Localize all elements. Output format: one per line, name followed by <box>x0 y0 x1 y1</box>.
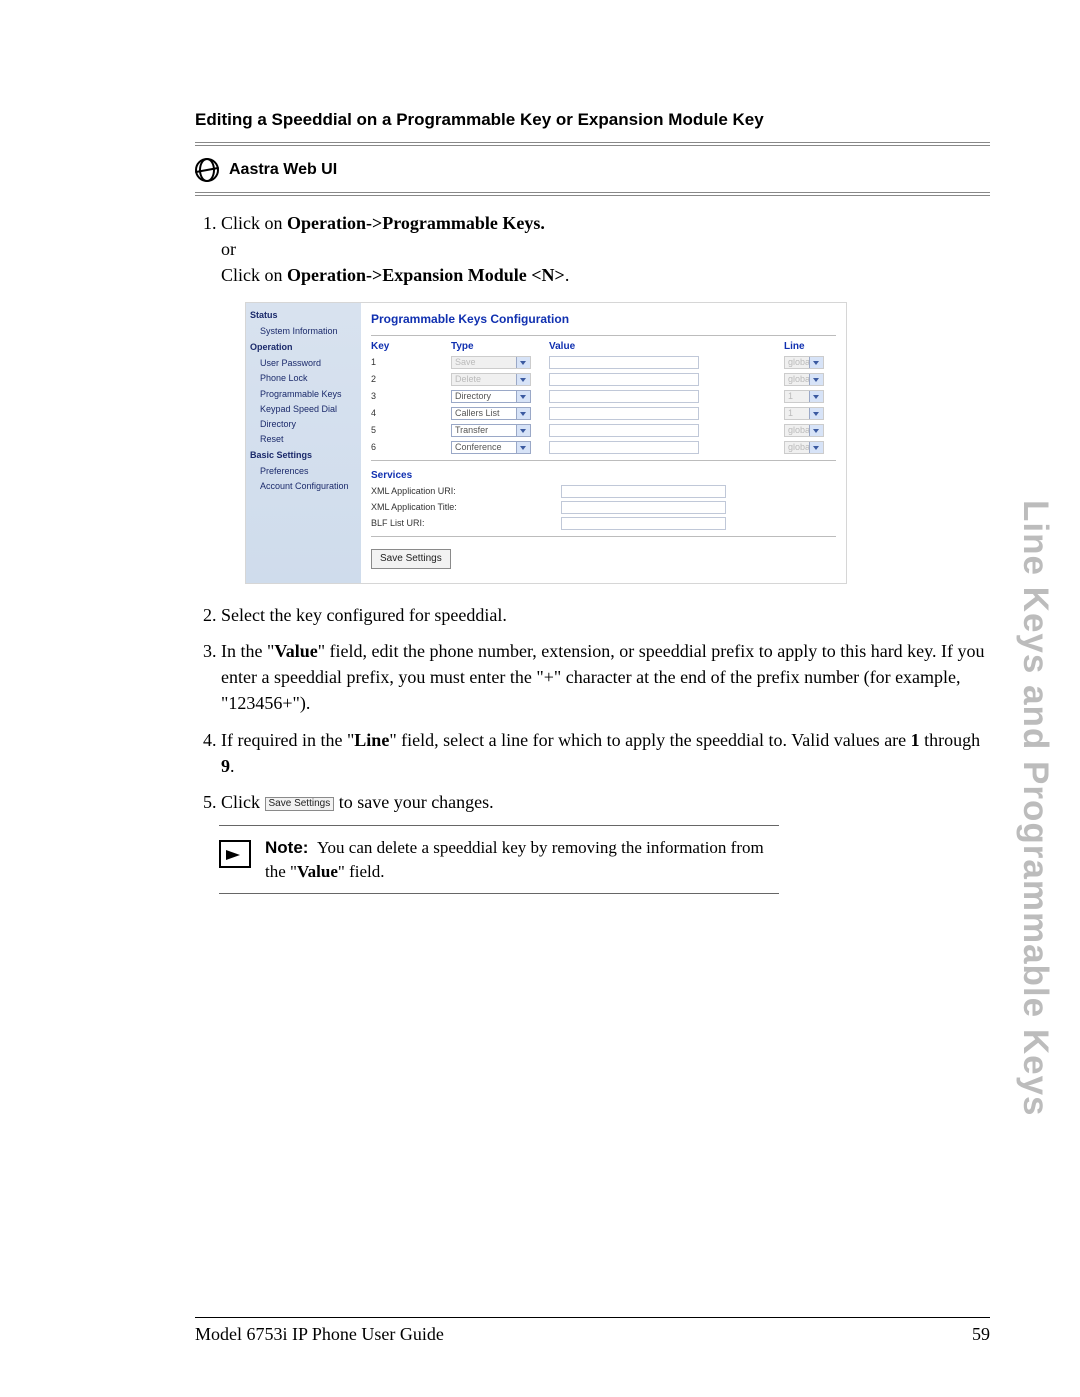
webui-screenshot: Status System Information Operation User… <box>245 302 847 584</box>
value-input <box>549 407 699 420</box>
step-5: Click Save Settings to save your changes… <box>221 789 990 815</box>
chevron-down-icon <box>809 425 823 436</box>
arrow-right-icon <box>219 840 251 868</box>
webui-label: Aastra Web UI <box>229 161 337 179</box>
cell-key: 2 <box>371 373 451 386</box>
svc-blflisturi-input <box>561 517 726 530</box>
nav-keypad: Keypad Speed Dial <box>246 402 361 417</box>
nav-prefs: Preferences <box>246 464 361 479</box>
services-heading: Services <box>371 469 836 484</box>
config-row: 6Conference global <box>371 439 836 456</box>
footer-title: Model 6753i IP Phone User Guide <box>195 1324 444 1345</box>
type-select: Delete <box>451 373 531 386</box>
step-3: In the "Value" field, edit the phone num… <box>221 638 990 716</box>
col-line: Line <box>784 340 836 355</box>
note-box: Note: You can delete a speeddial key by … <box>219 825 779 895</box>
line-select: global <box>784 373 824 386</box>
cell-key: 6 <box>371 441 451 454</box>
line-select: 1 <box>784 407 824 420</box>
nav-status: Status <box>246 307 361 324</box>
chevron-down-icon <box>516 357 530 368</box>
divider <box>195 142 990 146</box>
page-number: 59 <box>972 1324 990 1345</box>
mini-save-button-icon: Save Settings <box>265 797 335 811</box>
nav-progkeys: Programmable Keys <box>246 387 361 402</box>
step-4: If required in the "Line" field, select … <box>221 727 990 779</box>
type-select: Callers List <box>451 407 531 420</box>
line-select: 1 <box>784 390 824 403</box>
value-input <box>549 390 699 403</box>
screenshot-panel: Programmable Keys Configuration Key Type… <box>361 303 846 583</box>
config-row: 2Delete global <box>371 371 836 388</box>
note-label: Note: <box>265 838 308 857</box>
line-select: global <box>784 441 824 454</box>
svc-blflisturi: BLF List URI: <box>371 517 561 530</box>
svc-xmlappuri: XML Application URI: <box>371 485 561 498</box>
cell-key: 4 <box>371 407 451 420</box>
col-key: Key <box>371 340 451 355</box>
chevron-down-icon <box>516 391 530 402</box>
cell-key: 1 <box>371 356 451 369</box>
cell-key: 5 <box>371 424 451 437</box>
svc-xmlapptitle-input <box>561 501 726 514</box>
svc-xmlappuri-input <box>561 485 726 498</box>
save-settings-button: Save Settings <box>371 549 451 570</box>
type-select: Directory <box>451 390 531 403</box>
chevron-down-icon <box>809 357 823 368</box>
nav-operation: Operation <box>246 339 361 356</box>
cell-key: 3 <box>371 390 451 403</box>
type-select: Save <box>451 356 531 369</box>
chevron-down-icon <box>516 374 530 385</box>
config-row: 3Directory 1 <box>371 388 836 405</box>
panel-title: Programmable Keys Configuration <box>371 311 836 328</box>
type-select: Conference <box>451 441 531 454</box>
value-input <box>549 424 699 437</box>
line-select: global <box>784 356 824 369</box>
chevron-down-icon <box>516 442 530 453</box>
col-value: Value <box>549 340 784 355</box>
screenshot-nav: Status System Information Operation User… <box>246 303 361 583</box>
col-type: Type <box>451 340 549 355</box>
line-select: global <box>784 424 824 437</box>
svc-xmlapptitle: XML Application Title: <box>371 501 561 514</box>
value-input <box>549 356 699 369</box>
section-heading: Editing a Speeddial on a Programmable Ke… <box>195 110 990 130</box>
config-row: 1Save global <box>371 354 836 371</box>
chevron-down-icon <box>809 408 823 419</box>
chevron-down-icon <box>809 442 823 453</box>
nav-sysinfo: System Information <box>246 324 361 339</box>
nav-userpw: User Password <box>246 356 361 371</box>
nav-acct: Account Configuration <box>246 479 361 494</box>
globe-icon <box>195 158 219 182</box>
chevron-down-icon <box>516 425 530 436</box>
value-input <box>549 441 699 454</box>
nav-directory: Directory <box>246 417 361 432</box>
value-input <box>549 373 699 386</box>
step-2: Select the key configured for speeddial. <box>221 602 990 628</box>
type-select: Transfer <box>451 424 531 437</box>
side-chapter-title: Line Keys and Programmable Keys <box>1015 500 1055 1117</box>
step-1: Click on Operation->Programmable Keys. o… <box>221 210 990 584</box>
chevron-down-icon <box>809 374 823 385</box>
divider <box>195 192 990 196</box>
chevron-down-icon <box>516 408 530 419</box>
config-row: 4Callers List 1 <box>371 405 836 422</box>
nav-phonelock: Phone Lock <box>246 371 361 386</box>
nav-basic: Basic Settings <box>246 447 361 464</box>
config-row: 5Transfer global <box>371 422 836 439</box>
nav-reset: Reset <box>246 432 361 447</box>
chevron-down-icon <box>809 391 823 402</box>
